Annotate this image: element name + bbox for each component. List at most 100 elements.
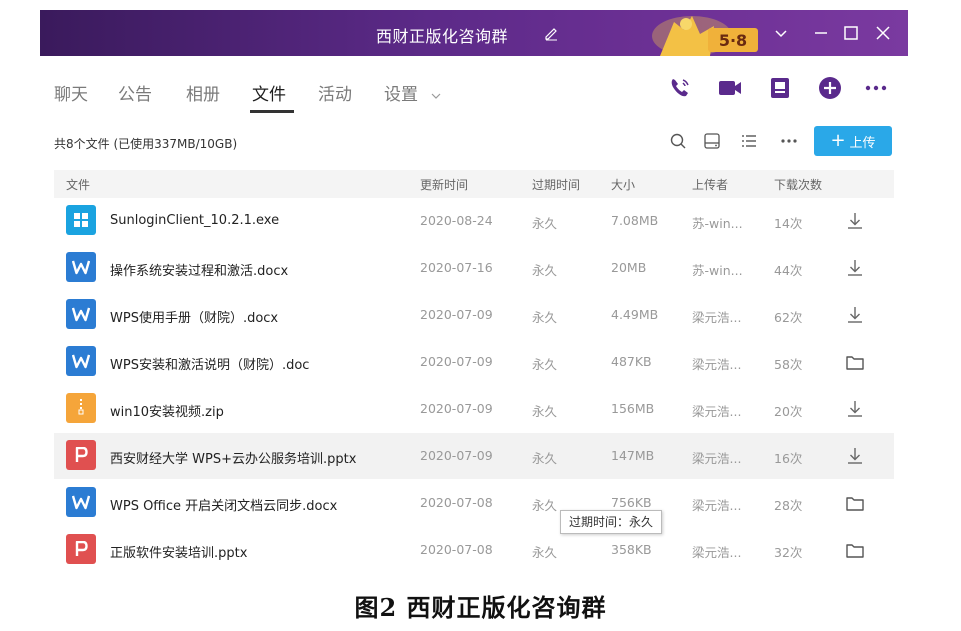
download-count: 62次 xyxy=(774,310,803,325)
updated-time: 2020-07-08 xyxy=(420,495,493,510)
updated-time: 2020-07-09 xyxy=(420,307,493,322)
title-bar: 西财正版化咨询群 5·8 xyxy=(40,10,908,56)
expiry-time: 永久 xyxy=(532,404,558,419)
folder-icon[interactable] xyxy=(844,539,866,561)
uploader-name: 苏-win... xyxy=(692,216,743,231)
file-size: 7.08MB xyxy=(611,213,659,228)
skin-icon[interactable] xyxy=(770,22,792,44)
upload-label: 上传 xyxy=(849,135,876,151)
file-name[interactable]: WPS使用手册（财院）.docx xyxy=(110,307,278,326)
folder-icon[interactable] xyxy=(844,492,866,514)
col-uploader[interactable]: 上传者 xyxy=(692,176,728,193)
col-downloads[interactable]: 下载次数 xyxy=(774,176,822,193)
uploader-name: 梁元浩... xyxy=(692,357,742,372)
uploader-name: 梁元浩... xyxy=(692,545,742,560)
edit-icon[interactable] xyxy=(543,25,559,41)
storage-icon[interactable] xyxy=(701,130,723,152)
tab-activity[interactable]: 活动 xyxy=(318,80,352,105)
download-icon[interactable] xyxy=(844,210,866,232)
download-icon[interactable] xyxy=(844,398,866,420)
expiry-time: 永久 xyxy=(532,357,558,372)
tab-announcement[interactable]: 公告 xyxy=(118,80,152,105)
uploader-name: 梁元浩... xyxy=(692,451,742,466)
folder-icon[interactable] xyxy=(844,351,866,373)
download-count: 44次 xyxy=(774,263,803,278)
ppt-file-icon xyxy=(66,440,96,470)
search-icon[interactable] xyxy=(667,130,689,152)
file-size: 358KB xyxy=(611,542,652,557)
upload-button[interactable]: + 上传 xyxy=(814,126,892,156)
file-name[interactable]: WPS安装和激活说明（财院）.doc xyxy=(110,354,309,373)
table-row[interactable]: WPS安装和激活说明（财院）.doc 2020-07-09 永久 487KB 梁元浩..… xyxy=(54,339,894,385)
tab-settings[interactable]: 设置 xyxy=(384,80,418,105)
download-icon[interactable] xyxy=(844,304,866,326)
tab-album[interactable]: 相册 xyxy=(186,80,220,105)
file-size: 487KB xyxy=(611,354,652,369)
uploader-name: 梁元浩... xyxy=(692,498,742,513)
expiry-time: 永久 xyxy=(532,545,558,560)
video-icon[interactable] xyxy=(716,74,744,102)
minimize-icon[interactable] xyxy=(810,22,832,44)
table-row[interactable]: 西安财经大学 WPS+云办公服务培训.pptx 2020-07-09 永久 147MB… xyxy=(54,433,894,479)
download-count: 58次 xyxy=(774,357,803,372)
exe-file-icon xyxy=(66,205,96,235)
file-size: 4.49MB xyxy=(611,307,659,322)
download-count: 32次 xyxy=(774,545,803,560)
window-title: 西财正版化咨询群 xyxy=(376,27,509,46)
chat-group-window: 西财正版化咨询群 5·8 聊天 公告 相册 文件 活动 设置 共8个文件 (已使… xyxy=(40,10,908,578)
col-expires[interactable]: 过期时间 xyxy=(532,176,580,193)
expiry-time: 永久 xyxy=(532,216,558,231)
table-header: 文件 更新时间 过期时间 大小 上传者 下载次数 xyxy=(54,170,894,198)
tab-files[interactable]: 文件 xyxy=(252,80,286,105)
screen-share-icon[interactable] xyxy=(766,74,794,102)
download-count: 20次 xyxy=(774,404,803,419)
table-row[interactable]: 正版软件安装培训.pptx 2020-07-08 永久 358KB 梁元浩... 32次 xyxy=(54,527,894,573)
col-size[interactable]: 大小 xyxy=(611,176,635,193)
tab-chat[interactable]: 聊天 xyxy=(54,80,88,105)
more-options-icon[interactable] xyxy=(778,130,800,152)
file-name[interactable]: SunloginClient_10.2.1.exe xyxy=(110,213,279,228)
col-updated[interactable]: 更新时间 xyxy=(420,176,468,193)
table-row[interactable]: 操作系统安装过程和激活.docx 2020-07-16 永久 20MB 苏-win...… xyxy=(54,245,894,291)
close-icon[interactable] xyxy=(872,22,894,44)
zip-file-icon xyxy=(66,393,96,423)
download-count: 28次 xyxy=(774,498,803,513)
uploader-name: 梁元浩... xyxy=(692,310,742,325)
download-count: 14次 xyxy=(774,216,803,231)
download-icon[interactable] xyxy=(844,445,866,467)
file-name[interactable]: 正版软件安装培训.pptx xyxy=(110,542,247,561)
col-file[interactable]: 文件 xyxy=(66,176,90,193)
updated-time: 2020-07-09 xyxy=(420,401,493,416)
updated-time: 2020-07-09 xyxy=(420,354,493,369)
expiry-time: 永久 xyxy=(532,263,558,278)
chevron-down-icon[interactable] xyxy=(431,91,441,101)
file-name[interactable]: win10安装视频.zip xyxy=(110,401,224,420)
table-row[interactable]: win10安装视频.zip 2020-07-09 永久 156MB 梁元浩... 20次 xyxy=(54,386,894,432)
plus-icon: + xyxy=(830,130,846,151)
updated-time: 2020-08-24 xyxy=(420,213,493,228)
file-name[interactable]: WPS Office 开启关闭文档云同步.docx xyxy=(110,495,337,514)
download-icon[interactable] xyxy=(844,257,866,279)
table-row[interactable]: WPS Office 开启关闭文档云同步.docx 2020-07-08 永久 756… xyxy=(54,480,894,526)
promo-banner[interactable]: 5·8 xyxy=(640,12,770,56)
table-row[interactable]: WPS使用手册（财院）.docx 2020-07-09 永久 4.49MB 梁元浩...… xyxy=(54,292,894,338)
file-name[interactable]: 西安财经大学 WPS+云办公服务培训.pptx xyxy=(110,448,356,467)
active-tab-indicator xyxy=(250,110,294,113)
expiry-tooltip: 过期时间：永久 xyxy=(560,510,663,534)
phone-icon[interactable] xyxy=(666,74,694,102)
list-view-icon[interactable] xyxy=(738,130,760,152)
table-row[interactable]: SunloginClient_10.2.1.exe 2020-08-24 永久 7.0… xyxy=(54,198,894,244)
word-file-icon xyxy=(66,252,96,282)
expiry-time: 永久 xyxy=(532,498,558,513)
download-count: 16次 xyxy=(774,451,803,466)
file-size: 156MB xyxy=(611,401,655,416)
maximize-icon[interactable] xyxy=(840,22,862,44)
uploader-name: 苏-win... xyxy=(692,263,743,278)
ppt-file-icon xyxy=(66,534,96,564)
more-icon[interactable] xyxy=(862,74,890,102)
uploader-name: 梁元浩... xyxy=(692,404,742,419)
figure-caption: 图2 西财正版化咨询群 xyxy=(354,593,607,622)
updated-time: 2020-07-09 xyxy=(420,448,493,463)
file-name[interactable]: 操作系统安装过程和激活.docx xyxy=(110,260,288,279)
add-icon[interactable] xyxy=(816,74,844,102)
